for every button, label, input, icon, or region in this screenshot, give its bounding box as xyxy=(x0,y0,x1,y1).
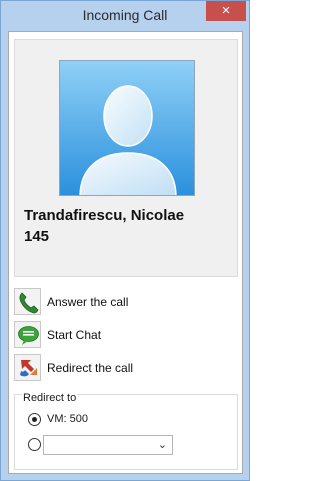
person-silhouette-icon xyxy=(60,61,194,195)
chevron-down-icon: ⌄ xyxy=(157,439,167,451)
radio-vm-500[interactable] xyxy=(28,413,41,426)
dialog-content: Trandafirescu, Nicolae 145 Answer the ca… xyxy=(8,31,243,474)
close-icon: × xyxy=(221,2,231,19)
start-chat-label: Start Chat xyxy=(47,328,102,342)
radio-vm-500-label: VM: 500 xyxy=(47,413,88,425)
close-button[interactable]: × xyxy=(206,1,246,21)
title-bar[interactable]: Incoming Call × xyxy=(1,1,249,31)
radio-custom-target[interactable] xyxy=(28,438,41,451)
redirect-call-button[interactable]: Redirect the call xyxy=(14,354,214,384)
redirect-target-dropdown[interactable]: ⌄ xyxy=(43,435,173,455)
incoming-call-window: Incoming Call × Trandafirescu, Nicolae 1… xyxy=(0,0,250,481)
chat-bubble-icon xyxy=(14,321,41,348)
redirect-to-label: Redirect to xyxy=(22,392,78,404)
caller-name: Trandafirescu, Nicolae xyxy=(24,207,185,224)
caller-info-panel: Trandafirescu, Nicolae 145 xyxy=(14,39,238,277)
redirect-arrows-icon xyxy=(14,354,41,381)
phone-handset-icon xyxy=(14,288,41,315)
answer-call-button[interactable]: Answer the call xyxy=(14,288,214,318)
avatar xyxy=(59,60,195,196)
start-chat-button[interactable]: Start Chat xyxy=(14,321,214,351)
redirect-to-group: Redirect to VM: 500 ⌄ xyxy=(14,392,238,470)
caller-number: 145 xyxy=(24,228,50,245)
answer-call-label: Answer the call xyxy=(47,295,129,309)
redirect-call-label: Redirect the call xyxy=(47,361,134,375)
